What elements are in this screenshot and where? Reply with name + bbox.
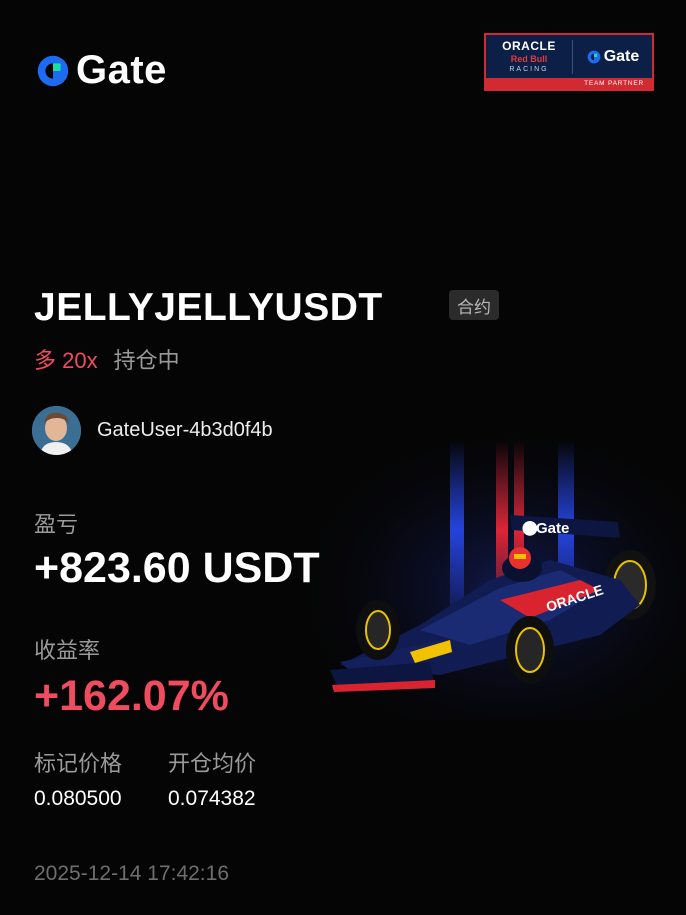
gate-logo: Gate	[34, 48, 167, 93]
entry-price-label: 开仓均价	[168, 751, 257, 776]
position-status: 持仓中	[113, 348, 180, 373]
contract-tag: 合约	[449, 290, 499, 320]
pnl-value: +823.60 USDT	[34, 544, 320, 592]
mark-price-label: 标记价格	[34, 751, 123, 776]
roe-label: 收益率	[34, 638, 101, 663]
position-side: 多 20x	[34, 348, 98, 373]
gate-logo-icon	[37, 55, 69, 86]
avatar	[32, 406, 81, 455]
racing-text: RACING	[509, 66, 549, 73]
team-partner-caption: TEAM PARTNER	[486, 78, 652, 89]
logo-text: Gate	[76, 48, 167, 92]
avatar-face-icon	[32, 406, 81, 455]
car-wing-text: Gate	[536, 520, 569, 537]
username: GateUser-4b3d0f4b	[97, 419, 273, 441]
redbull-text: Red Bull	[510, 54, 548, 64]
trading-pair: JELLYJELLYUSDT	[34, 286, 383, 329]
f1-car-illustration: ⬤ Gate ORACLE	[300, 430, 686, 720]
timestamp: 2025-12-14 17:42:16	[34, 862, 229, 885]
partner-gate-text: Gate	[603, 47, 640, 65]
roe-value: +162.07%	[34, 672, 229, 720]
mark-price-value: 0.080500	[34, 787, 122, 810]
gate-small-icon	[587, 50, 601, 63]
team-partner-badge: ORACLE Red Bull RACING Gate TEAM PARTNER	[484, 33, 654, 91]
position-side-row: 多 20x 持仓中	[34, 343, 180, 375]
pnl-label: 盈亏	[34, 512, 79, 537]
entry-price-value: 0.074382	[168, 787, 256, 810]
oracle-text: ORACLE	[502, 39, 556, 53]
